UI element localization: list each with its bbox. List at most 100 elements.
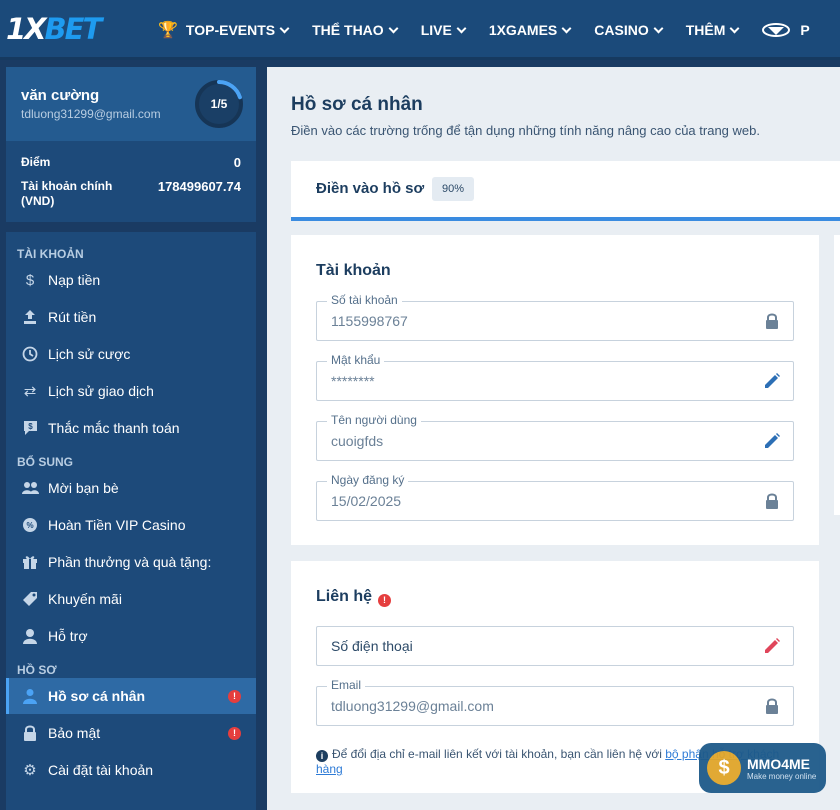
- nav-top-events[interactable]: 🏆 TOP-EVENTS: [158, 20, 290, 40]
- chevron-down-icon: [729, 23, 740, 33]
- sidebar-item-rewards-gifts[interactable]: Phần thưởng và quà tặng:: [6, 544, 256, 580]
- password-label: Mật khẩu: [327, 353, 385, 367]
- profile-main-panel: Hồ sơ cá nhân Điền vào các trường trống …: [267, 67, 840, 810]
- edit-icon[interactable]: [763, 432, 781, 450]
- account-info-card: Tài khoản Số tài khoản 1155998767 Mật kh…: [291, 235, 819, 545]
- transfer-icon: ⇄: [23, 383, 37, 400]
- sidebar-item-account-settings[interactable]: ⚙ Cài đặt tài khoản: [6, 752, 256, 788]
- upload-icon: [21, 308, 39, 326]
- top-navigation-bar: 1XBET 🏆 TOP-EVENTS THỂ THAO LIVE 1XGAMES…: [0, 0, 840, 60]
- profile-summary-card: văn cường tdluong31299@gmail.com 1/5 Điể…: [6, 67, 256, 222]
- sidebar-item-vip-cashback[interactable]: % Hoàn Tiền VIP Casino: [6, 507, 256, 543]
- profile-completion-badge: 90%: [432, 177, 474, 201]
- registration-date-value: 15/02/2025: [331, 493, 402, 509]
- nav-sports[interactable]: THỂ THAO: [312, 22, 399, 38]
- balance-label: Tài khoản chính (VND): [21, 179, 113, 208]
- main-nav: 🏆 TOP-EVENTS THỂ THAO LIVE 1XGAMES CASIN…: [158, 0, 834, 60]
- nav-1xgames[interactable]: 1XGAMES: [489, 22, 572, 38]
- account-number-field: Số tài khoản 1155998767: [316, 293, 794, 341]
- chevron-down-icon: [561, 23, 572, 33]
- registration-date-field: Ngày đăng ký 15/02/2025: [316, 473, 794, 521]
- svg-text:%: %: [26, 521, 33, 530]
- clock-icon: [21, 345, 39, 363]
- points-label: Điểm: [21, 155, 51, 169]
- warning-icon: !: [228, 689, 241, 703]
- sidebar-item-deposit[interactable]: $ Nạp tiền: [6, 262, 256, 298]
- phone-field[interactable]: Số điện thoại: [316, 626, 794, 666]
- edit-icon[interactable]: [763, 372, 781, 390]
- email-value: tdluong31299@gmail.com: [331, 698, 494, 714]
- points-row: Điểm 0: [6, 151, 256, 173]
- profile-header: văn cường tdluong31299@gmail.com 1/5: [6, 67, 256, 141]
- account-number-label: Số tài khoản: [327, 293, 402, 307]
- registration-date-label: Ngày đăng ký: [327, 473, 409, 487]
- email-label: Email: [327, 678, 366, 692]
- sidebar-item-withdraw[interactable]: Rút tiền: [6, 299, 256, 335]
- side-card-edge: [834, 235, 840, 515]
- svg-text:$: $: [28, 422, 33, 431]
- trophy-icon: 🏆: [158, 22, 178, 39]
- sidebar-item-bet-history[interactable]: Lịch sử cược: [6, 336, 256, 372]
- profile-completion-tab[interactable]: Điền vào hồ sơ 90%: [291, 161, 840, 221]
- balance-value: 178499607.74: [157, 179, 241, 194]
- username-label: Tên người dùng: [327, 413, 421, 427]
- mmo4me-watermark-logo: $ MMO4ME Make money online: [699, 743, 826, 793]
- lock-icon: [766, 698, 778, 714]
- sidebar-item-security[interactable]: Bảo mật !: [6, 715, 256, 751]
- balance-row: Tài khoản chính (VND) 178499607.74: [6, 179, 256, 209]
- account-sidebar-menu: TÀI KHOẢN $ Nạp tiền Rút tiền Lịch sử cư…: [6, 232, 256, 810]
- watermark-subtitle: Make money online: [747, 771, 817, 781]
- gift-icon: [21, 553, 39, 571]
- menu-section-extra: BỔ SUNG: [17, 455, 74, 469]
- sidebar-item-invite-friends[interactable]: Mời bạn bè: [6, 470, 256, 506]
- username-field[interactable]: Tên người dùng cuoigfds: [316, 413, 794, 461]
- cashback-icon: %: [21, 516, 39, 534]
- menu-section-account: TÀI KHOẢN: [17, 247, 84, 261]
- dollar-icon: $: [25, 271, 35, 289]
- site-logo[interactable]: 1XBET: [6, 12, 102, 46]
- chevron-down-icon: [279, 23, 290, 33]
- chevron-down-icon: [388, 23, 399, 33]
- watermark-title: MMO4ME: [747, 755, 810, 772]
- info-icon: i: [316, 750, 328, 762]
- sidebar-item-transaction-history[interactable]: ⇄ Lịch sử giao dịch: [6, 373, 256, 409]
- user-icon: [21, 687, 39, 705]
- username-value: cuoigfds: [331, 433, 384, 449]
- page-description: Điền vào các trường trống để tận dụng nh…: [291, 123, 760, 138]
- sidebar-item-payment-questions[interactable]: $ Thắc mắc thanh toán: [6, 410, 256, 446]
- page-title: Hồ sơ cá nhân: [291, 94, 423, 115]
- edit-icon[interactable]: [763, 637, 781, 655]
- account-card-title: Tài khoản: [316, 262, 391, 279]
- menu-section-profile: HỒ SƠ: [17, 663, 57, 677]
- friends-icon: [21, 479, 39, 497]
- password-value: ********: [331, 373, 375, 389]
- sidebar-item-promotions[interactable]: Khuyến mãi: [6, 581, 256, 617]
- nav-casino[interactable]: CASINO: [594, 22, 664, 38]
- sidebar-item-personal-profile[interactable]: Hồ sơ cá nhân !: [6, 678, 256, 714]
- email-field: Email tdluong31299@gmail.com: [316, 678, 794, 726]
- support-icon: [21, 627, 39, 645]
- warning-icon: !: [228, 726, 241, 740]
- chevron-down-icon: [456, 23, 467, 33]
- sidebar-item-support[interactable]: Hỗ trợ: [6, 618, 256, 654]
- tag-icon: [21, 590, 39, 608]
- contact-card-title: Liên hệ: [316, 588, 373, 605]
- warning-icon: !: [378, 594, 391, 607]
- profile-completion-label: Điền vào hồ sơ: [316, 180, 425, 197]
- lock-icon: [766, 493, 778, 509]
- phone-placeholder: Số điện thoại: [331, 638, 413, 654]
- lock-icon: [766, 313, 778, 329]
- lock-icon: [21, 724, 39, 742]
- coin-icon: $: [707, 751, 741, 785]
- nav-promo[interactable]: P: [762, 21, 810, 39]
- payment-chat-icon: $: [21, 419, 39, 437]
- points-value: 0: [233, 154, 241, 170]
- profile-progress-text: 1/5: [210, 97, 228, 111]
- password-field[interactable]: Mật khẩu ********: [316, 353, 794, 401]
- account-number-value: 1155998767: [331, 313, 408, 329]
- nav-more[interactable]: THÊM: [686, 22, 740, 38]
- chevron-down-icon: [653, 23, 664, 33]
- gear-icon: ⚙: [23, 762, 37, 779]
- nav-live[interactable]: LIVE: [421, 22, 467, 38]
- promo-icon: [762, 23, 791, 37]
